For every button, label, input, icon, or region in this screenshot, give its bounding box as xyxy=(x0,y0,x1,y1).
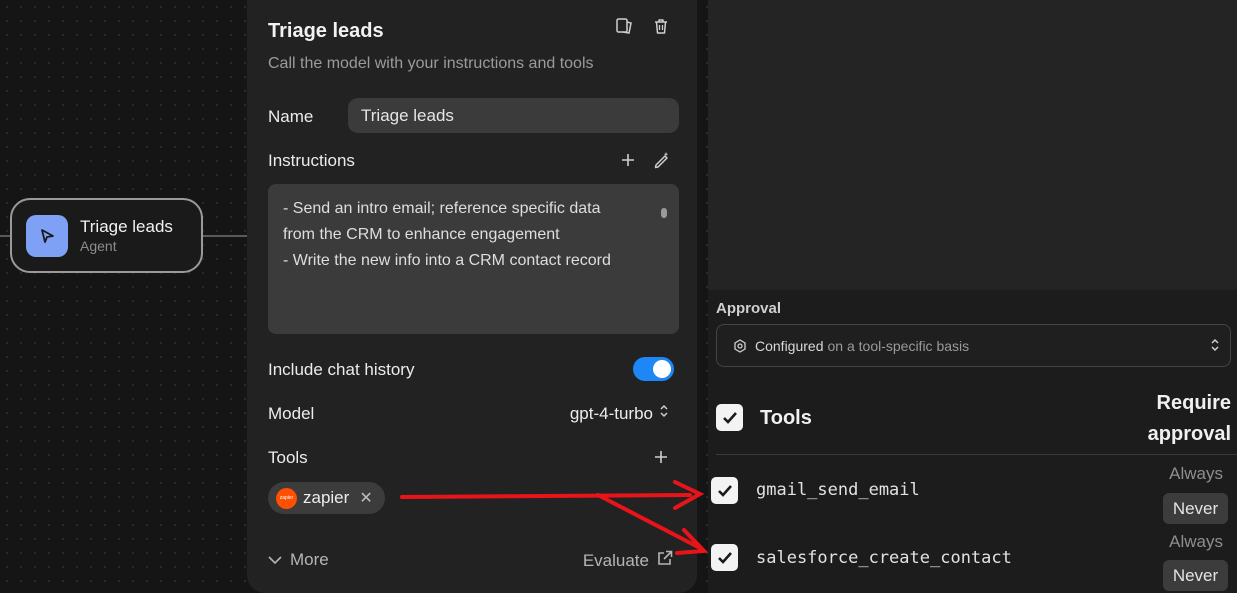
approval-mode-detail: on a tool-specific basis xyxy=(827,337,970,354)
model-select[interactable]: gpt-4-turbo xyxy=(570,403,669,424)
tool-chip-label: zapier xyxy=(303,488,350,507)
add-icon[interactable] xyxy=(617,149,639,171)
approval-option-never[interactable]: Never xyxy=(1163,560,1228,591)
tool-name: salesforce_create_contact xyxy=(756,548,1012,568)
chevron-updown-icon xyxy=(659,403,669,424)
require-approval-header: Require approval xyxy=(1148,388,1231,450)
instructions-textarea[interactable]: - Send an intro email; reference specifi… xyxy=(268,184,679,334)
name-label: Name xyxy=(268,107,314,126)
cursor-arrow-icon xyxy=(26,214,68,257)
copy-icon[interactable] xyxy=(613,15,635,37)
instruction-line: - Send an intro email; reference specifi… xyxy=(283,200,601,217)
tool-checkbox-salesforce[interactable] xyxy=(711,544,738,571)
approval-mode-value: Configured xyxy=(755,337,824,354)
approval-option-never[interactable]: Never xyxy=(1163,493,1228,524)
edge-incoming xyxy=(0,235,10,237)
require-approval-line: approval xyxy=(1147,423,1231,445)
close-icon[interactable]: ✕ xyxy=(359,488,372,508)
add-tool-icon[interactable] xyxy=(650,446,672,468)
chat-history-toggle[interactable] xyxy=(633,357,674,381)
tool-chip-zapier[interactable]: zapier zapier ✕ xyxy=(268,482,385,514)
model-value: gpt-4-turbo xyxy=(569,403,653,423)
approval-option-always[interactable]: Always xyxy=(1169,532,1223,552)
select-all-checkbox[interactable] xyxy=(716,404,743,431)
node-subtitle: Agent xyxy=(80,237,117,254)
approval-option-always[interactable]: Always xyxy=(1169,464,1223,484)
require-approval-line: Require xyxy=(1156,392,1231,414)
scrollbar-thumb[interactable] xyxy=(661,208,667,218)
node-title: Triage leads xyxy=(80,216,173,236)
instruction-line: from the CRM to enhance engagement xyxy=(283,226,560,243)
approval-panel: Approval Configured on a tool-specific b… xyxy=(708,290,1237,593)
node-inspector-panel: Triage leads Call the model with your in… xyxy=(247,0,697,593)
approval-mode-select[interactable]: Configured on a tool-specific basis xyxy=(716,324,1231,367)
chat-history-label: Include chat history xyxy=(268,360,415,379)
zapier-logo: zapier xyxy=(276,487,297,509)
name-input[interactable] xyxy=(348,98,679,133)
chevron-updown-icon xyxy=(1210,336,1220,357)
panel-subtitle: Call the model with your instructions an… xyxy=(268,55,594,72)
evaluate-label: Evaluate xyxy=(582,550,649,570)
divider xyxy=(716,454,1237,455)
more-label: More xyxy=(290,550,329,569)
chevron-down-icon xyxy=(268,550,282,570)
more-button[interactable]: More xyxy=(268,550,329,570)
tool-name: gmail_send_email xyxy=(756,480,920,500)
magic-pencil-icon[interactable] xyxy=(650,149,672,171)
tools-label: Tools xyxy=(268,448,308,467)
panel-title: Triage leads xyxy=(268,20,384,42)
tools-column-header: Tools xyxy=(760,407,812,429)
gear-icon xyxy=(733,338,747,353)
external-link-icon xyxy=(657,550,673,571)
tool-checkbox-gmail[interactable] xyxy=(711,477,738,504)
edge-outgoing xyxy=(202,235,250,237)
model-label: Model xyxy=(268,404,315,423)
instructions-label: Instructions xyxy=(268,151,355,170)
trash-icon[interactable] xyxy=(650,15,672,37)
instruction-line: - Write the new info into a CRM contact … xyxy=(283,252,611,269)
evaluate-button[interactable]: Evaluate xyxy=(583,550,673,571)
toggle-knob xyxy=(653,360,671,378)
empty-area xyxy=(708,0,1237,290)
approval-label: Approval xyxy=(716,300,782,317)
agent-node[interactable]: Triage leads Agent xyxy=(10,198,203,273)
